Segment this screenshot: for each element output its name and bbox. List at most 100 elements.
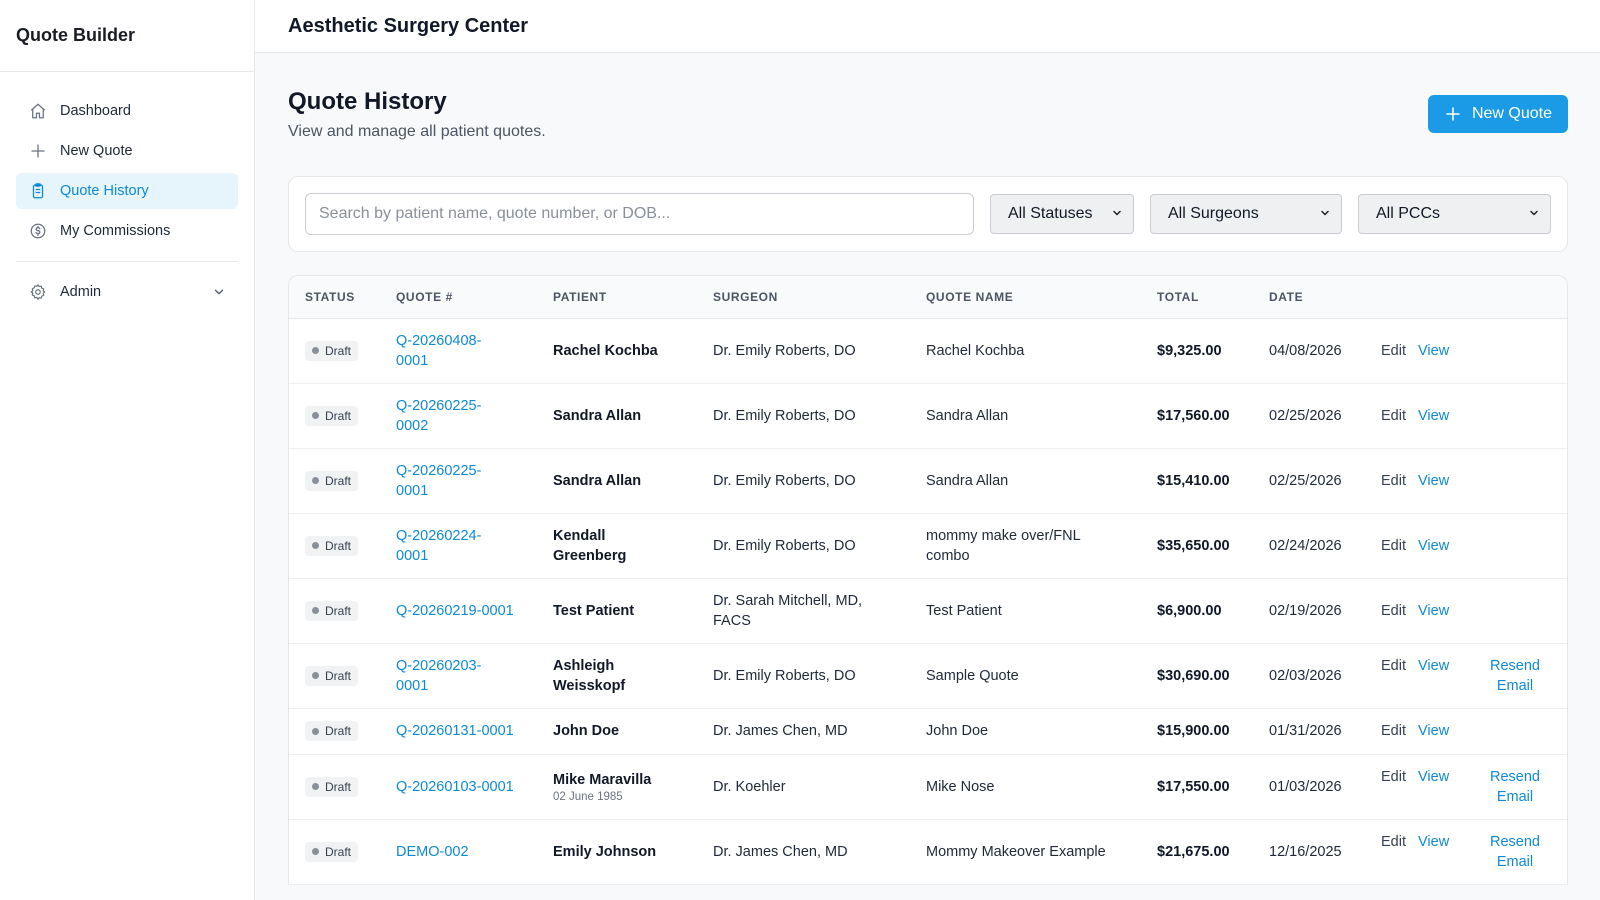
top-bar-title: Aesthetic Surgery Center [255, 0, 1600, 53]
quotes-table-card: STATUS QUOTE # PATIENT SURGEON QUOTE NAM… [288, 275, 1568, 885]
edit-link[interactable]: Edit [1381, 832, 1418, 852]
quote-number-link[interactable]: Q-20260225- 0002 [396, 398, 481, 434]
quote-name: Test Patient [910, 578, 1141, 644]
view-link[interactable]: View [1418, 721, 1480, 741]
surgeon-name: Dr. Emily Roberts, DO [697, 643, 910, 709]
status-filter-value: All Statuses [1008, 205, 1093, 222]
sidebar-item-admin[interactable]: Admin [16, 274, 238, 310]
chevron-down-icon [1528, 207, 1540, 222]
quote-number-link[interactable]: Q-20260219-0001 [396, 603, 514, 619]
column-header-status[interactable]: STATUS [289, 276, 380, 319]
status-badge: Draft [305, 776, 359, 797]
column-header-date[interactable]: DATE [1253, 276, 1365, 319]
column-header-quote-name[interactable]: QUOTE NAME [910, 276, 1141, 319]
status-label: Draft [325, 603, 352, 618]
edit-link[interactable]: Edit [1381, 601, 1418, 621]
status-label: Draft [325, 779, 352, 794]
edit-link[interactable]: Edit [1381, 341, 1418, 361]
resend-email-link[interactable]: Resend Email [1480, 832, 1550, 872]
status-badge: Draft [305, 721, 359, 742]
filter-bar: All Statuses All Surgeons All PCCs [288, 176, 1568, 252]
view-link[interactable]: View [1418, 406, 1480, 426]
quote-total: $15,410.00 [1141, 448, 1253, 514]
table-row: Draft Q-20260203- 0001 Ashleigh Weisskopf… [289, 643, 1567, 709]
sidebar-item-label: Admin [60, 284, 102, 300]
column-header-actions [1365, 276, 1567, 319]
sidebar-item-label: Quote History [60, 183, 149, 199]
surgeon-filter-select[interactable]: All Surgeons [1150, 194, 1342, 234]
edit-link[interactable]: Edit [1381, 767, 1418, 787]
patient-name: Sandra Allan [553, 407, 642, 424]
page-content: Quote History View and manage all patien… [255, 53, 1600, 885]
search-input[interactable] [305, 193, 974, 235]
row-actions: Edit View [1381, 536, 1551, 556]
sidebar-item-my-commissions[interactable]: My Commissions [16, 213, 238, 249]
quote-number-link[interactable]: Q-20260103-0001 [396, 779, 514, 795]
sidebar-item-quote-history[interactable]: Quote History [16, 173, 238, 209]
status-label: Draft [325, 473, 352, 488]
row-actions: Edit View Resend Email [1381, 767, 1551, 807]
view-link[interactable]: View [1418, 471, 1480, 491]
view-link[interactable]: View [1418, 341, 1480, 361]
status-badge: Draft [305, 405, 359, 426]
quote-number-link[interactable]: Q-20260225- 0001 [396, 463, 481, 499]
edit-link[interactable]: Edit [1381, 536, 1418, 556]
quote-number-link[interactable]: Q-20260131-0001 [396, 723, 514, 739]
edit-link[interactable]: Edit [1381, 406, 1418, 426]
quote-number-link[interactable]: Q-20260408- 0001 [396, 333, 481, 369]
patient-name: Kendall Greenberg [553, 527, 627, 564]
quote-date: 12/16/2025 [1253, 819, 1365, 885]
surgeon-name: Dr. Emily Roberts, DO [697, 513, 910, 579]
chevron-down-icon [1111, 207, 1123, 222]
table-row: Draft Q-20260408- 0001 Rachel Kochba Dr. … [289, 318, 1567, 384]
main-area: Aesthetic Surgery Center Quote History V… [255, 0, 1600, 900]
status-label: Draft [325, 408, 352, 423]
quote-total: $35,650.00 [1141, 513, 1253, 579]
edit-link[interactable]: Edit [1381, 471, 1418, 491]
column-header-surgeon[interactable]: SURGEON [697, 276, 910, 319]
status-filter-select[interactable]: All Statuses [990, 194, 1134, 234]
chevron-down-icon [212, 285, 226, 299]
patient-name: Rachel Kochba [553, 342, 658, 359]
column-header-total[interactable]: TOTAL [1141, 276, 1253, 319]
app-brand: Quote Builder [0, 0, 254, 72]
quote-name: Sandra Allan [910, 448, 1141, 514]
edit-link[interactable]: Edit [1381, 721, 1418, 741]
status-label: Draft [325, 538, 352, 553]
pcc-filter-select[interactable]: All PCCs [1358, 194, 1551, 234]
plus-icon [1444, 105, 1462, 123]
sidebar-item-dashboard[interactable]: Dashboard [16, 93, 238, 129]
edit-link[interactable]: Edit [1381, 656, 1418, 676]
surgeon-filter-value: All Surgeons [1168, 205, 1259, 222]
resend-email-link[interactable]: Resend Email [1480, 767, 1550, 807]
table-row: Draft Q-20260131-0001 John Doe Dr. James… [289, 708, 1567, 755]
surgeon-name: Dr. Sarah Mitchell, MD, FACS [697, 578, 910, 644]
surgeon-name: Dr. James Chen, MD [697, 819, 910, 885]
view-link[interactable]: View [1418, 656, 1480, 676]
quote-name: John Doe [910, 708, 1141, 755]
table-row: Draft DEMO-002 Emily Johnson Dr. James C… [289, 819, 1567, 885]
row-actions: Edit View [1381, 341, 1551, 361]
status-label: Draft [325, 343, 352, 358]
status-badge: Draft [305, 340, 359, 361]
column-header-patient[interactable]: PATIENT [537, 276, 697, 319]
quote-number-link[interactable]: DEMO-002 [396, 844, 469, 860]
resend-email-link[interactable]: Resend Email [1480, 656, 1550, 696]
quote-number-link[interactable]: Q-20260203- 0001 [396, 658, 481, 694]
page-header: Quote History View and manage all patien… [288, 53, 1568, 176]
new-quote-button[interactable]: New Quote [1427, 95, 1568, 133]
sidebar-item-new-quote[interactable]: New Quote [16, 133, 238, 169]
quote-number-link[interactable]: Q-20260224- 0001 [396, 528, 481, 564]
view-link[interactable]: View [1418, 767, 1480, 787]
table-row: Draft Q-20260225- 0001 Sandra Allan Dr. E… [289, 448, 1567, 514]
view-link[interactable]: View [1418, 601, 1480, 621]
sidebar-nav: Dashboard New Quote Quote History My Com… [0, 72, 254, 310]
surgeon-name: Dr. James Chen, MD [697, 708, 910, 755]
view-link[interactable]: View [1418, 832, 1480, 852]
column-header-quote-number[interactable]: QUOTE # [380, 276, 537, 319]
status-badge: Draft [305, 841, 359, 862]
view-link[interactable]: View [1418, 536, 1480, 556]
chevron-down-icon [1319, 207, 1331, 222]
quote-date: 01/31/2026 [1253, 708, 1365, 755]
home-icon [28, 101, 48, 121]
